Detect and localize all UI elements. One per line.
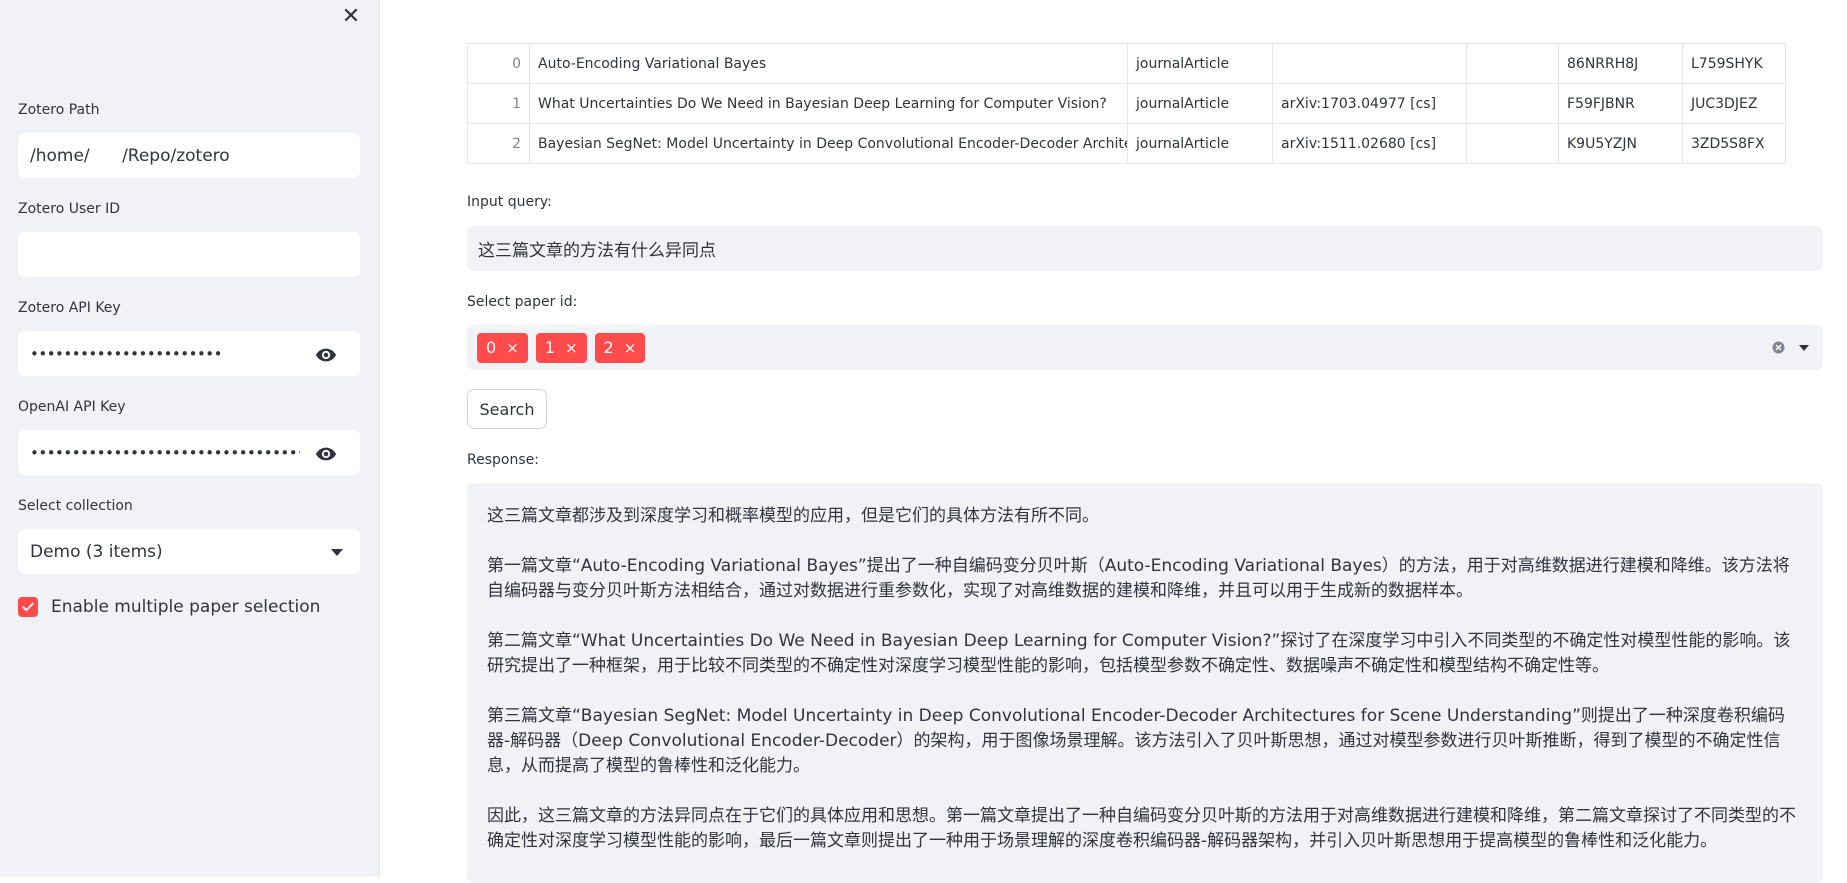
attachment-key: 3ZD5S8FX (1682, 123, 1786, 164)
query-input[interactable]: 这三篇文章的方法有什么异同点 (467, 226, 1823, 271)
paper-id-multiselect[interactable]: 0 × 1 × 2 × (467, 325, 1823, 370)
table-row[interactable]: 0 Auto-Encoding Variational Bayes journalA… (467, 43, 1786, 84)
extra-field: arXiv:1703.04977 [cs] (1272, 83, 1467, 124)
chevron-down-icon (331, 549, 343, 556)
collection-label: Select collection (18, 498, 133, 514)
paper-title: Auto-Encoding Variational Bayes (529, 43, 1128, 84)
search-button[interactable]: Search (467, 389, 547, 429)
zotero-api-key-value: ••••••••••••••••••••••• (30, 344, 223, 363)
item-key: K9U5YZJN (1558, 123, 1683, 164)
row-index: 1 (467, 83, 530, 124)
paper-select-label: Select paper id: (467, 294, 578, 310)
paper-tag-label: 1 (544, 338, 555, 357)
openai-api-key-value: ••••••••••••••••••••••••••••••••••••••••… (30, 443, 300, 462)
eye-icon[interactable] (315, 344, 337, 366)
attachment-key: JUC3DJEZ (1682, 83, 1786, 124)
empty-field (1466, 43, 1559, 84)
check-icon (22, 602, 34, 612)
multi-select-label: Enable multiple paper selection (51, 597, 321, 617)
extra-field: arXiv:1511.02680 [cs] (1272, 123, 1467, 164)
collection-selected-value: Demo (3 items) (30, 541, 163, 562)
zotero-user-id-input[interactable] (18, 232, 360, 277)
eye-icon[interactable] (315, 443, 337, 465)
collection-select[interactable]: Demo (3 items) (18, 529, 360, 574)
checkbox[interactable] (18, 597, 38, 617)
paper-title: What Uncertainties Do We Need in Bayesia… (529, 83, 1128, 124)
zotero-api-key-label: Zotero API Key (18, 300, 121, 316)
attachment-key: L759SHYK (1682, 43, 1786, 84)
row-index: 2 (467, 123, 530, 164)
paper-tag[interactable]: 1 × (535, 332, 587, 363)
zotero-path-label: Zotero Path (18, 102, 100, 118)
response-paragraph: 因此，这三篇文章的方法异同点在于它们的具体应用和思想。第一篇文章提出了一种自编码… (487, 806, 1796, 851)
query-label: Input query: (467, 194, 552, 210)
extra-field (1272, 43, 1467, 84)
table-row[interactable]: 2 Bayesian SegNet: Model Uncertainty in D… (467, 123, 1786, 164)
openai-api-key-label: OpenAI API Key (18, 399, 126, 415)
table-row[interactable]: 1 What Uncertainties Do We Need in Bayesi… (467, 83, 1786, 124)
paper-tag-label: 0 (486, 338, 497, 357)
item-type: journalArticle (1127, 123, 1273, 164)
response-paragraph: 第三篇文章“Bayesian SegNet: Model Uncertainty… (487, 706, 1785, 776)
paper-title: Bayesian SegNet: Model Uncertainty in De… (529, 123, 1128, 164)
multi-select-toggle[interactable]: Enable multiple paper selection (18, 597, 320, 617)
remove-tag-icon[interactable]: × (565, 339, 578, 357)
item-key: F59FJBNR (1558, 83, 1683, 124)
zotero-api-key-input[interactable]: ••••••••••••••••••••••• (18, 331, 360, 376)
query-value: 这三篇文章的方法有什么异同点 (478, 241, 716, 261)
paper-tag-label: 2 (603, 338, 614, 357)
item-type: journalArticle (1127, 43, 1273, 84)
paper-tag[interactable]: 0 × (477, 332, 528, 363)
main-content: 0 Auto-Encoding Variational Bayes journalA… (381, 0, 1847, 883)
item-key: 86NRRH8J (1558, 43, 1683, 84)
chevron-down-icon[interactable] (1799, 345, 1809, 351)
remove-tag-icon[interactable]: × (506, 339, 519, 357)
row-index: 0 (467, 43, 530, 84)
response-label: Response: (467, 452, 539, 468)
paper-tag[interactable]: 2 × (594, 332, 646, 363)
zotero-user-id-label: Zotero User ID (18, 201, 120, 217)
response-paragraph: 这三篇文章都涉及到深度学习和概率模型的应用，但是它们的具体方法有所不同。 (487, 506, 1099, 526)
empty-field (1466, 123, 1559, 164)
item-type: journalArticle (1127, 83, 1273, 124)
zotero-path-input[interactable]: /home/ /Repo/zotero (18, 133, 360, 178)
openai-api-key-input[interactable]: ••••••••••••••••••••••••••••••••••••••••… (18, 430, 360, 475)
remove-tag-icon[interactable]: × (624, 339, 637, 357)
response-paragraph: 第一篇文章“Auto-Encoding Variational Bayes”提出… (487, 556, 1790, 601)
response-box: 这三篇文章都涉及到深度学习和概率模型的应用，但是它们的具体方法有所不同。 第一篇… (467, 483, 1823, 883)
papers-table: 0 Auto-Encoding Variational Bayes journalA… (467, 43, 1786, 164)
empty-field (1466, 83, 1559, 124)
response-paragraph: 第二篇文章“What Uncertainties Do We Need in B… (487, 631, 1791, 676)
zotero-path-value: /home/ /Repo/zotero (30, 145, 230, 166)
clear-icon[interactable] (1772, 341, 1785, 354)
sidebar: ✕ Zotero Path /home/ /Repo/zotero Zotero… (0, 0, 380, 877)
close-icon[interactable]: ✕ (338, 4, 364, 30)
